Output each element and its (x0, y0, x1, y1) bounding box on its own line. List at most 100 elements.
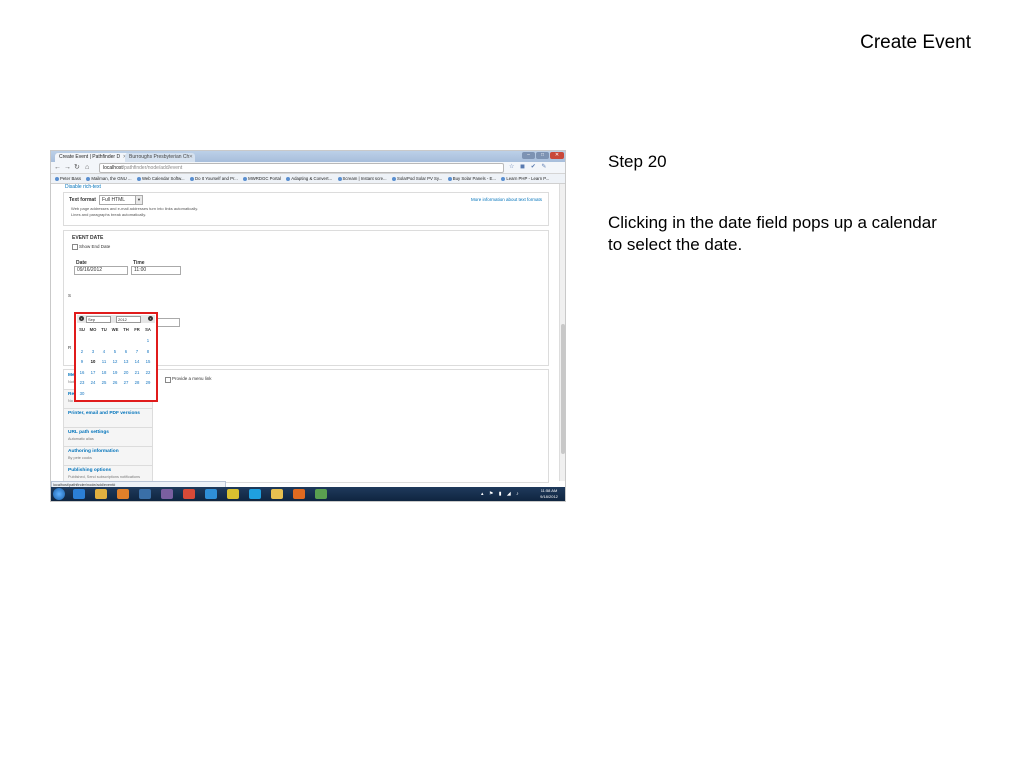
calendar-day[interactable]: 24 (88, 380, 98, 385)
weekday-header: MO (89, 327, 97, 332)
app-icon[interactable] (227, 489, 239, 499)
calendar-day[interactable]: 30 (77, 391, 87, 396)
calendar-day[interactable]: 28 (132, 380, 142, 385)
calendar-day[interactable]: 25 (99, 380, 109, 385)
bookmark-item[interactable]: MWRDGC Portal (243, 174, 281, 183)
calendar-day[interactable]: 1 (143, 338, 153, 343)
bookmark-item[interactable]: Peter Bass (55, 174, 81, 183)
show-end-date-checkbox[interactable] (72, 244, 78, 250)
bookmark-item[interactable]: SolarPod Solar PV Sy... (392, 174, 442, 183)
calendar-day[interactable]: 11 (99, 359, 109, 364)
calendar-day[interactable]: 16 (77, 370, 87, 375)
calendar-day[interactable]: 14 (132, 359, 142, 364)
calendar-day[interactable]: 8 (143, 349, 153, 354)
bookmark-item[interactable]: Do It Yourself and Pr... (190, 174, 238, 183)
step-description: Clicking in the date field pops up a cal… (608, 213, 937, 254)
bookmark-item[interactable]: Scream | Instant scre... (337, 174, 387, 183)
bookmark-icon (501, 177, 506, 181)
calendar-day[interactable]: 19 (110, 370, 120, 375)
bookmark-item[interactable]: Mailman, the GNU ... (86, 174, 132, 183)
disable-rich-text-link[interactable]: Disable rich-text (65, 184, 101, 190)
calendar-day[interactable]: 17 (88, 370, 98, 375)
next-month-icon[interactable]: › (148, 316, 153, 321)
browser-tab-create-event[interactable]: Create Event | Pathfinder D ✕ (55, 153, 129, 162)
window-close-button[interactable]: ✕ (550, 152, 564, 159)
year-select[interactable]: 2012 (116, 316, 141, 323)
bookmark-icon (243, 177, 248, 181)
calendar-day[interactable]: 26 (110, 380, 120, 385)
ie-icon[interactable] (205, 489, 217, 499)
chrome-icon[interactable] (183, 489, 195, 499)
prev-month-icon[interactable]: ‹ (79, 316, 84, 321)
month-select[interactable]: Sep (86, 316, 111, 323)
event-date-legend: EVENT DATE (72, 235, 104, 241)
maximize-button[interactable]: □ (536, 152, 549, 159)
explorer-icon[interactable] (95, 489, 107, 499)
calendar-day[interactable]: 6 (121, 349, 131, 354)
home-icon[interactable]: ⌂ (85, 163, 89, 172)
page-scrollbar[interactable] (559, 184, 565, 481)
weekday-header: SU (79, 327, 85, 332)
bookmark-icon (392, 177, 397, 181)
calendar-day[interactable]: 7 (132, 349, 142, 354)
app-icon[interactable] (139, 489, 151, 499)
obscured-label-fragment: S (68, 293, 72, 298)
reload-icon[interactable]: ↻ (74, 163, 80, 172)
vtab-printer-email-pdf[interactable]: Printer, email and PDF versions (64, 408, 152, 428)
bookmark-item[interactable]: Buy Solar Panels - E... (447, 174, 496, 183)
provide-menu-link-label: Provide a menu link (172, 376, 212, 381)
weekday-header: WE (111, 327, 119, 332)
browser-tab-burroughs[interactable]: Burroughs Presbyterian Ch ✕ (125, 153, 195, 162)
calendar-day[interactable]: 23 (77, 380, 87, 385)
ie-icon[interactable] (73, 489, 85, 499)
skype-icon[interactable] (249, 489, 261, 499)
close-icon[interactable]: ✕ (189, 153, 193, 162)
folder-icon[interactable] (271, 489, 283, 499)
bookmark-icon (286, 177, 291, 181)
weekday-header: SA (145, 327, 151, 332)
bookmark-icon (136, 177, 141, 181)
format-tip: Lines and paragraphs break automatically… (71, 212, 147, 217)
bookmark-item[interactable]: Adapting & Convert... (286, 174, 332, 183)
taskbar-clock[interactable]: 11:58 AM 9/18/2012 (537, 488, 561, 500)
calendar-day[interactable]: 2 (77, 349, 87, 354)
calendar-day[interactable]: 5 (110, 349, 120, 354)
calendar-day[interactable]: 4 (99, 349, 109, 354)
xampp-icon[interactable] (293, 489, 305, 499)
calendar-day[interactable]: 10 (88, 359, 98, 364)
system-tray-icons[interactable]: ▴ ⚑ ▮ ◢ ♪ (481, 489, 521, 499)
vtab-url-path-settings[interactable]: URL path settings Automatic alias (64, 427, 152, 447)
bookmark-item[interactable]: Web Calendar Softw... (136, 174, 185, 183)
calendar-day[interactable]: 22 (143, 370, 153, 375)
more-info-text-formats-link[interactable]: More information about text formats (471, 197, 542, 202)
provide-menu-link-checkbox[interactable] (165, 377, 171, 383)
clock-date: 9/18/2012 (540, 494, 558, 499)
calendar-day[interactable]: 15 (143, 359, 153, 364)
tab-label: Create Event | Pathfinder D (59, 154, 121, 160)
forward-icon[interactable]: → (64, 163, 71, 172)
app-icon[interactable] (161, 489, 173, 499)
bookmark-icon (86, 177, 91, 181)
calendar-day[interactable]: 29 (143, 380, 153, 385)
scrollbar-thumb[interactable] (561, 324, 565, 454)
bookmark-item[interactable]: Learn PHP - Learn P... (501, 174, 549, 183)
app-icon[interactable] (315, 489, 327, 499)
text-format-select[interactable]: Full HTML ▼ (99, 195, 143, 205)
calendar-day[interactable]: 3 (88, 349, 98, 354)
calendar-day[interactable]: 13 (121, 359, 131, 364)
calendar-day[interactable]: 27 (121, 380, 131, 385)
calendar-day[interactable]: 21 (132, 370, 142, 375)
firefox-icon[interactable] (117, 489, 129, 499)
calendar-day[interactable]: 9 (77, 359, 87, 364)
calendar-day[interactable]: 20 (121, 370, 131, 375)
extension-icons[interactable]: ☆ ◼ ✔ ✎ (509, 163, 548, 172)
calendar-day[interactable]: 18 (99, 370, 109, 375)
time-input[interactable]: 11:00 (131, 266, 181, 275)
date-input[interactable]: 09/16/2012 (74, 266, 128, 275)
start-button[interactable] (53, 488, 65, 500)
address-bar[interactable]: localhost/pathfinder/node/add/event (99, 163, 504, 173)
calendar-day[interactable]: 12 (110, 359, 120, 364)
minimize-button[interactable]: – (522, 152, 535, 159)
vtab-authoring-information[interactable]: Authoring information By pete cooks (64, 446, 152, 466)
back-icon[interactable]: ← (54, 163, 61, 172)
